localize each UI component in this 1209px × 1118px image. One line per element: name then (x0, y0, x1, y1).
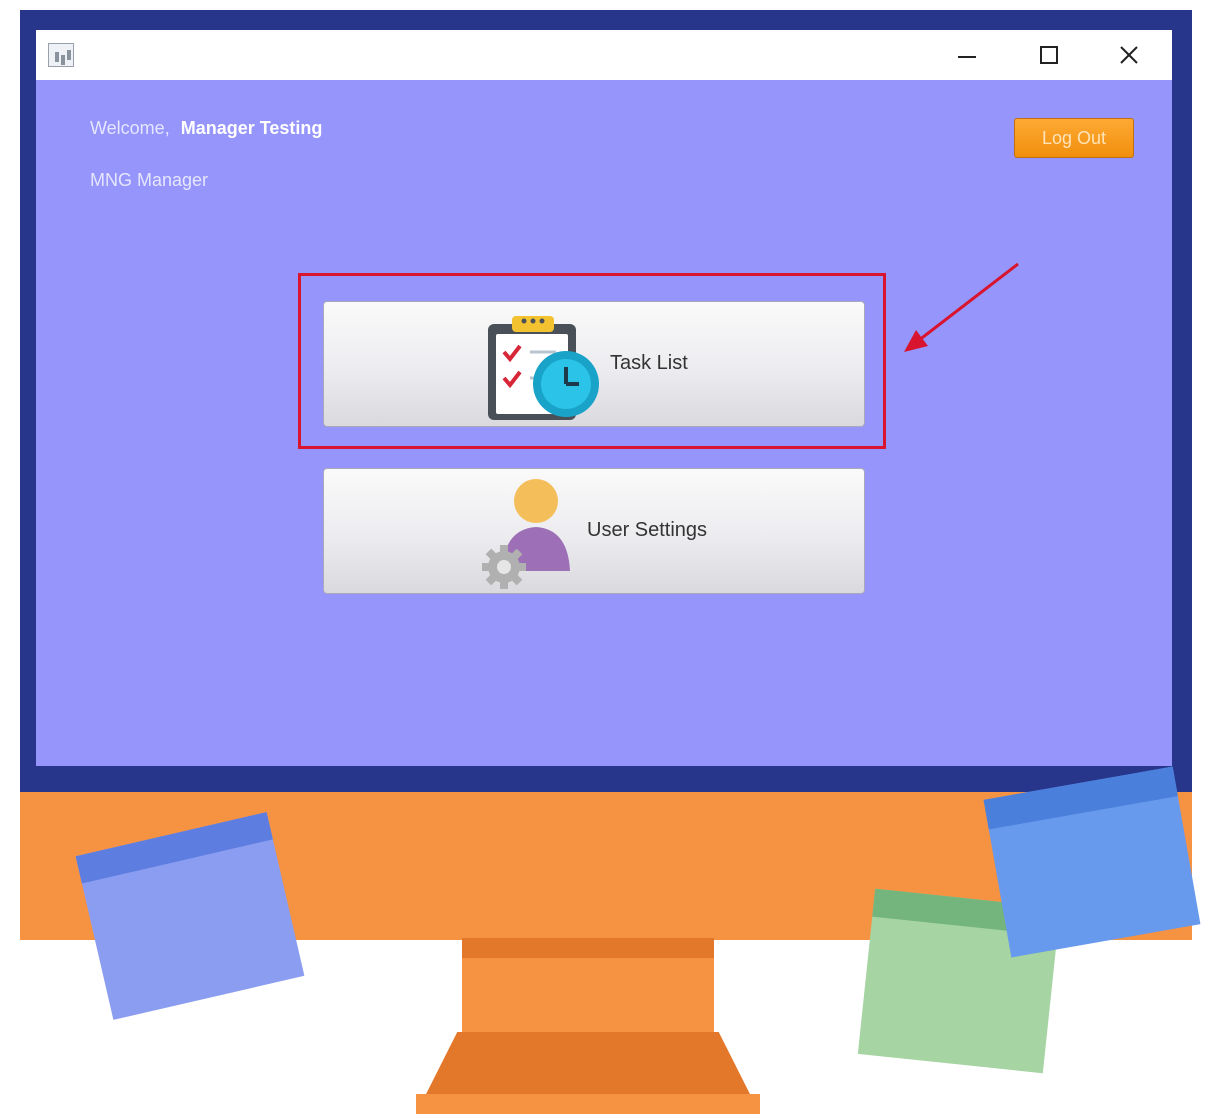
close-icon (1120, 46, 1138, 64)
user-settings-button[interactable]: User Settings (323, 468, 865, 594)
maximize-icon (1040, 46, 1058, 64)
user-name: Manager Testing (180, 118, 323, 138)
user-role: MNG Manager (90, 170, 209, 190)
welcome-prefix: Welcome, (90, 118, 170, 138)
highlight-box (298, 273, 886, 449)
chart-icon (48, 43, 74, 67)
welcome-text: Welcome, Manager Testing (90, 118, 322, 139)
user-settings-label: User Settings (587, 519, 708, 541)
monitor-base-foot (416, 1094, 760, 1114)
annotation-arrow (904, 262, 1019, 352)
sticky-note-blue-right (983, 766, 1201, 958)
logout-button[interactable]: Log Out (1014, 118, 1134, 158)
app-window: Welcome, Manager Testing MNG Manager Log… (36, 30, 1172, 766)
title-bar (36, 30, 1172, 80)
close-button[interactable] (1106, 38, 1152, 72)
monitor-neck-shadow (462, 938, 714, 958)
minimize-button[interactable] (944, 38, 990, 72)
maximize-button[interactable] (1026, 38, 1072, 72)
user-gear-icon (482, 479, 570, 589)
minimize-icon (958, 56, 976, 58)
